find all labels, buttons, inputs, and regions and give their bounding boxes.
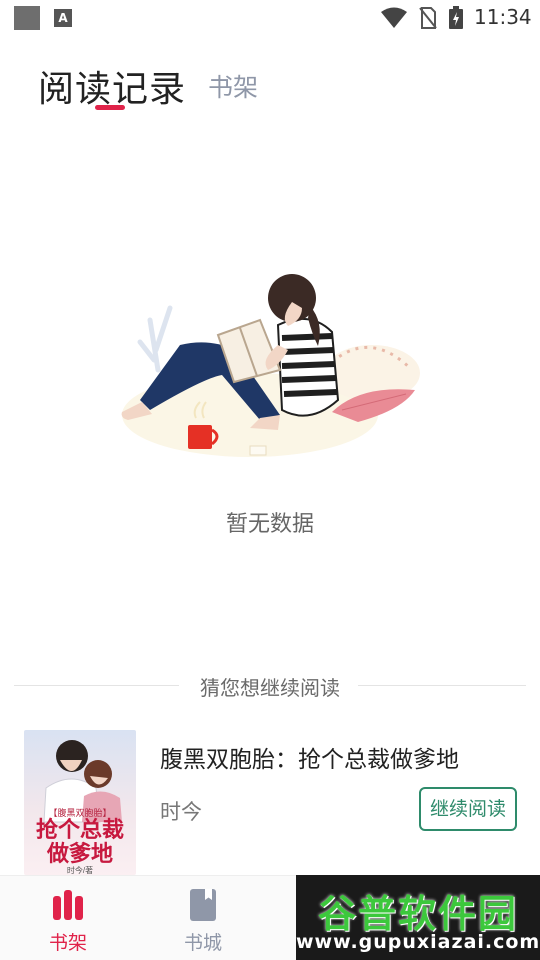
nav-item-book-store[interactable]: 书城 xyxy=(157,876,247,960)
status-bar: A 11:34 xyxy=(0,0,540,36)
battery-charging-icon xyxy=(449,6,463,29)
cover-title-line1: 抢个总裁 xyxy=(36,817,124,843)
app-notification-icon xyxy=(14,6,40,30)
watermark-url: www.gupuxiazai.com xyxy=(296,931,540,953)
wifi-icon xyxy=(381,7,407,28)
bookshelf-icon xyxy=(53,890,83,920)
continue-reading-button[interactable]: 继续阅读 xyxy=(419,787,517,831)
text-notification-icon: A xyxy=(54,9,72,27)
no-sim-icon xyxy=(419,7,437,29)
recommend-divider: 猜您想继续阅读 xyxy=(14,672,526,700)
girl-reading-illustration xyxy=(121,274,420,457)
recommended-book-item[interactable]: 【腹黑双胞胎】 抢个总裁 做爹地 时今/著 腹黑双胞胎：抢个总裁做爹地 时今 继… xyxy=(24,730,524,875)
nav-label-bookshelf: 书架 xyxy=(48,932,87,954)
nav-label-book-store: 书城 xyxy=(183,932,222,954)
watermark-name: 谷普软件园 xyxy=(317,892,518,936)
divider-line-right xyxy=(358,685,526,686)
status-time: 11:34 xyxy=(474,5,532,29)
top-tabs: 阅读记录 书架 xyxy=(0,60,540,116)
book-cover-image[interactable]: 【腹黑双胞胎】 抢个总裁 做爹地 时今/著 xyxy=(24,730,136,875)
cover-author-credit: 时今/著 xyxy=(67,865,93,875)
book-store-icon xyxy=(190,889,216,921)
active-tab-indicator xyxy=(95,105,125,110)
cover-title-line2: 做爹地 xyxy=(46,841,113,867)
recommend-heading: 猜您想继续阅读 xyxy=(200,676,340,700)
tab-bookshelf[interactable]: 书架 xyxy=(208,68,258,104)
site-watermark: 谷普软件园 www.gupuxiazai.com xyxy=(296,875,540,960)
empty-state-message: 暂无数据 xyxy=(225,512,314,537)
book-title[interactable]: 腹黑双胞胎：抢个总裁做爹地 xyxy=(160,740,459,774)
nav-item-bookshelf[interactable]: 书架 xyxy=(22,876,112,960)
book-author: 时今 xyxy=(160,800,202,824)
